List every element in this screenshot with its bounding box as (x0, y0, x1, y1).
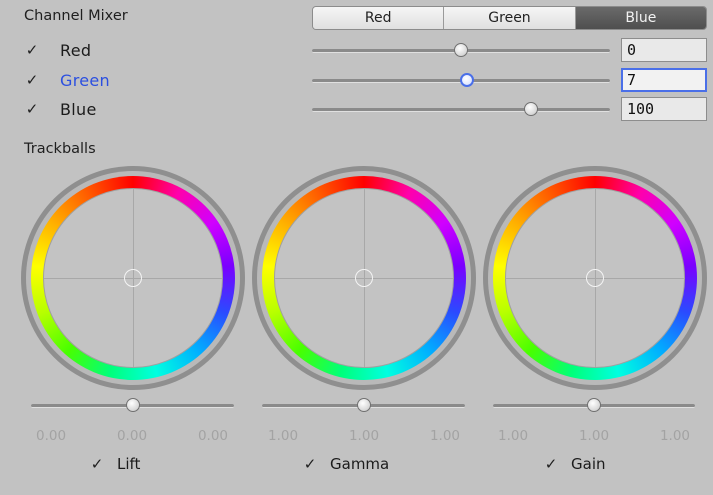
tab-green[interactable]: Green (444, 7, 576, 29)
blue-checkbox[interactable]: ✓ (24, 100, 40, 118)
gamma-label: Gamma (330, 455, 390, 473)
blue-label: Blue (60, 99, 97, 119)
lift-value-r: 0.00 (36, 428, 67, 444)
gamma-toggle[interactable]: ✓ Gamma (302, 455, 390, 473)
gain-checkbox[interactable]: ✓ (543, 455, 559, 473)
red-label: Red (60, 40, 92, 60)
green-slider-thumb[interactable] (459, 73, 474, 87)
lift-toggle[interactable]: ✓ Lift (89, 455, 141, 473)
channel-tabs: Red Green Blue (312, 6, 707, 30)
lift-wheel-disc[interactable] (43, 188, 223, 368)
red-value-field[interactable]: 0 (621, 38, 707, 62)
gain-trackball[interactable] (483, 166, 707, 390)
gain-slider[interactable] (493, 398, 695, 414)
blue-slider-thumb[interactable] (524, 102, 539, 116)
lift-values: 0.00 0.00 0.00 (36, 428, 228, 444)
green-slider[interactable] (312, 73, 610, 89)
gain-value-g: 1.00 (578, 428, 610, 444)
gamma-slider-thumb[interactable] (356, 398, 371, 412)
lift-wheel-handle[interactable] (124, 269, 142, 287)
blue-value-field[interactable]: 100 (621, 97, 707, 121)
gamma-values: 1.00 1.00 1.00 (268, 428, 460, 444)
blue-slider[interactable] (312, 102, 610, 118)
gamma-wheel-handle[interactable] (355, 269, 373, 287)
red-row: ✓ Red (24, 39, 91, 61)
tab-red[interactable]: Red (313, 7, 445, 29)
gamma-value-r: 1.00 (268, 428, 299, 444)
lift-value-b: 0.00 (197, 428, 228, 444)
lift-slider-thumb[interactable] (125, 398, 140, 412)
lift-value-g: 0.00 (116, 428, 148, 444)
gamma-value-g: 1.00 (348, 428, 380, 444)
blue-row: ✓ Blue (24, 98, 97, 120)
lift-slider[interactable] (31, 398, 234, 414)
trackballs-title: Trackballs (24, 141, 96, 157)
red-checkbox[interactable]: ✓ (24, 41, 40, 59)
gain-wheel-disc[interactable] (505, 188, 685, 368)
green-value-field[interactable]: 7 (621, 68, 707, 92)
gain-toggle[interactable]: ✓ Gain (543, 455, 606, 473)
gamma-value-b: 1.00 (429, 428, 460, 444)
lift-checkbox[interactable]: ✓ (89, 455, 105, 473)
gain-values: 1.00 1.00 1.00 (498, 428, 690, 444)
green-checkbox[interactable]: ✓ (24, 71, 40, 89)
lift-trackball[interactable] (21, 166, 245, 390)
channel-mixer-title: Channel Mixer (24, 8, 128, 24)
tab-blue[interactable]: Blue (575, 7, 706, 29)
green-row: ✓ Green (24, 69, 110, 91)
blue-slider-track (312, 108, 610, 112)
green-label: Green (60, 70, 110, 90)
gamma-wheel-disc[interactable] (274, 188, 454, 368)
lift-label: Lift (117, 455, 141, 473)
red-slider[interactable] (312, 43, 610, 59)
gamma-trackball[interactable] (252, 166, 476, 390)
gain-value-r: 1.00 (498, 428, 529, 444)
red-slider-thumb[interactable] (454, 43, 468, 57)
gamma-checkbox[interactable]: ✓ (302, 455, 318, 473)
gain-label: Gain (571, 455, 606, 473)
gain-value-b: 1.00 (659, 428, 690, 444)
gain-slider-thumb[interactable] (587, 398, 601, 412)
gain-wheel-handle[interactable] (586, 269, 604, 287)
gamma-slider[interactable] (262, 398, 465, 414)
